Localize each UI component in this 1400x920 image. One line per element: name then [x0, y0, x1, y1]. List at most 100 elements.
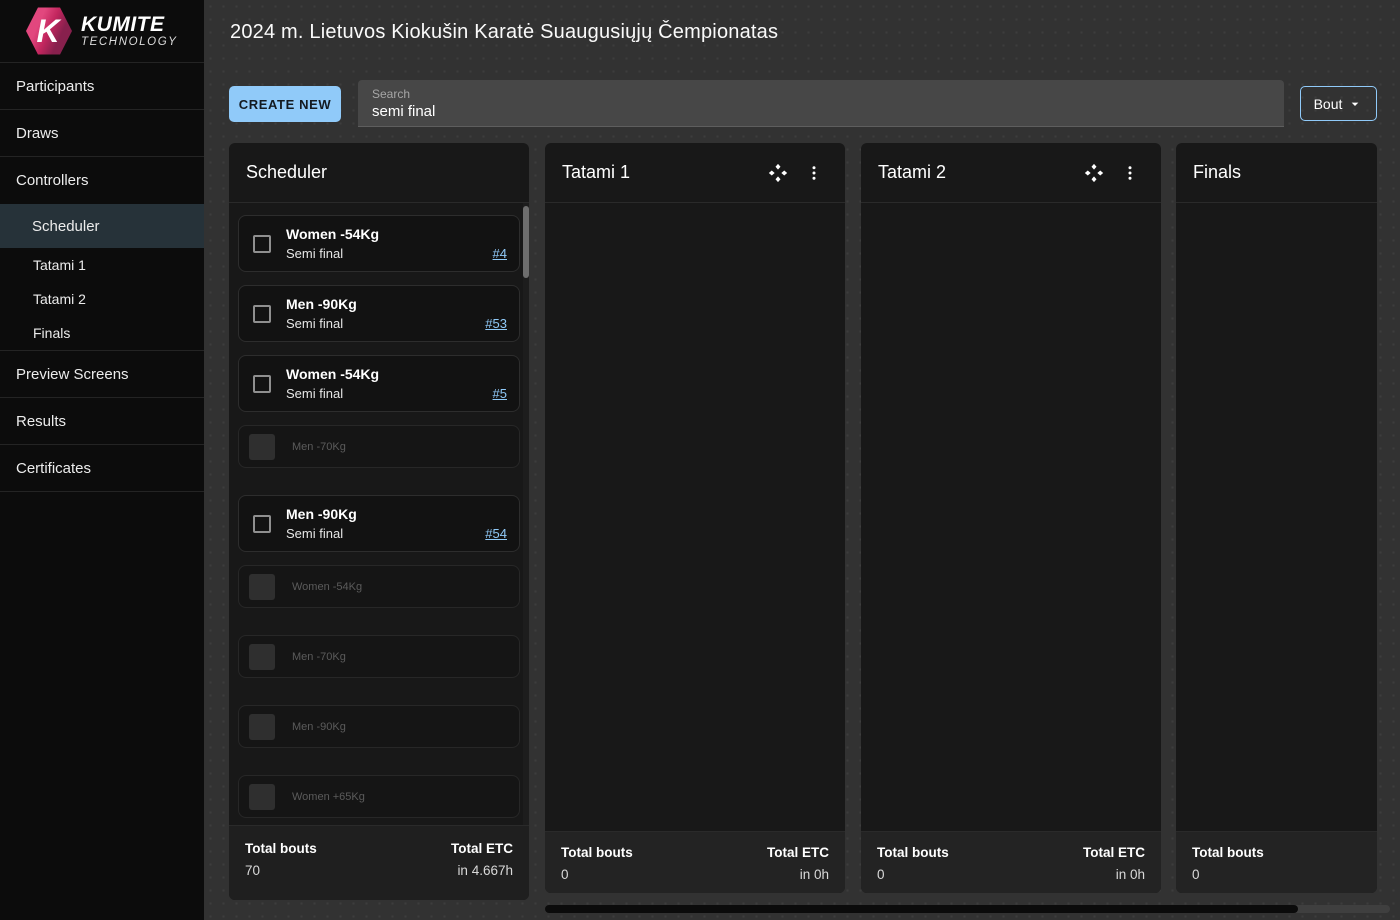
search-label: Search [372, 87, 411, 101]
bout-card-placeholder[interactable]: Women -54Kg [238, 565, 520, 608]
placeholder-square-icon [249, 643, 275, 670]
bout-card[interactable]: Women -54Kg Semi final #5 [238, 355, 520, 412]
create-new-button[interactable]: CREATE NEW [229, 86, 341, 122]
sidebar-item-tatami-2[interactable]: Tatami 2 [0, 282, 204, 316]
horizontal-scrollbar-track[interactable] [545, 905, 1390, 913]
sidebar-item-finals[interactable]: Finals [0, 316, 204, 350]
bout-card[interactable]: Men -90Kg Semi final #53 [238, 285, 520, 342]
bout-number-link[interactable]: #53 [485, 316, 507, 331]
total-bouts-stat: Total bouts 0 [877, 845, 949, 893]
bout-card-content: Men -90Kg Semi final #53 [286, 296, 507, 331]
bout-card-subtitle: Semi final [286, 246, 344, 261]
sidebar-item-participants[interactable]: Participants [0, 63, 204, 110]
finals-column-title: Finals [1193, 162, 1242, 182]
bout-number-link[interactable]: #4 [493, 246, 507, 261]
placeholder-square-icon [249, 573, 275, 600]
horizontal-scrollbar-thumb[interactable] [545, 905, 1298, 913]
sidebar-item-certificates[interactable]: Certificates [0, 445, 204, 492]
tatami-2-column: Tatami 2 Total bouts 0 Total ETC in 0h [861, 143, 1161, 893]
total-etc-stat: Total ETC in 4.667h [451, 841, 513, 900]
tatami-1-drop-area[interactable] [545, 203, 845, 831]
total-etc-label: Total ETC [451, 841, 513, 856]
total-bouts-stat: Total bouts 0 [1192, 845, 1264, 893]
scheduler-column-title: Scheduler [246, 162, 328, 182]
sidebar-item-results[interactable]: Results [0, 398, 204, 445]
bout-card-placeholder[interactable]: Men -90Kg [238, 705, 520, 748]
bout-card-placeholder-label: Women +65Kg [292, 790, 365, 803]
search-field[interactable]: Search [358, 80, 1284, 127]
bout-checkbox[interactable] [253, 374, 271, 393]
bout-card-placeholder-label: Men -70Kg [292, 440, 346, 453]
tatami-2-footer: Total bouts 0 Total ETC in 0h [861, 831, 1161, 893]
total-bouts-value: 0 [877, 867, 885, 882]
scheduler-column: Scheduler Women -54Kg Semi final #4 Men … [229, 143, 529, 900]
bout-checkbox[interactable] [253, 304, 271, 323]
bout-checkbox[interactable] [253, 234, 271, 253]
column-menu-icon[interactable] [803, 162, 825, 184]
placeholder-square-icon [249, 783, 275, 810]
vertical-scrollbar-track[interactable] [523, 203, 529, 825]
bout-number-link[interactable]: #5 [493, 386, 507, 401]
scheduler-card-list[interactable]: Women -54Kg Semi final #4 Men -90Kg Semi… [229, 203, 529, 825]
bout-card-content: Men -90Kg Semi final #54 [286, 506, 507, 541]
scheduler-column-header: Scheduler [229, 143, 529, 203]
total-bouts-label: Total bouts [877, 845, 949, 860]
bout-card-subtitle: Semi final [286, 386, 344, 401]
bout-card-content: Women -54Kg Semi final #5 [286, 366, 507, 401]
sidebar-item-scheduler[interactable]: Scheduler [0, 204, 204, 248]
bout-dropdown-button[interactable]: Bout [1300, 86, 1377, 121]
column-menu-icon[interactable] [1119, 162, 1141, 184]
bout-card-placeholder-label: Women -54Kg [292, 580, 363, 593]
total-etc-stat: Total ETC in 0h [767, 845, 829, 893]
total-bouts-value: 0 [561, 867, 569, 882]
move-column-icon[interactable] [1083, 162, 1105, 184]
total-bouts-label: Total bouts [1192, 845, 1264, 860]
sidebar-nav: Participants Draws Controllers Scheduler… [0, 63, 204, 492]
vertical-scrollbar-thumb[interactable] [523, 206, 529, 278]
bout-card[interactable]: Men -90Kg Semi final #54 [238, 495, 520, 552]
tatami-2-drop-area[interactable] [861, 203, 1161, 831]
bout-card-subtitle: Semi final [286, 316, 344, 331]
sidebar-item-controllers[interactable]: Controllers [0, 157, 204, 204]
kumite-hexagon-logo-icon: K [26, 7, 72, 55]
bout-dropdown-label: Bout [1313, 95, 1343, 112]
tatami-1-column-title: Tatami 1 [562, 162, 631, 182]
bout-card-placeholder-label: Men -90Kg [292, 720, 346, 733]
brand-tagline: TECHNOLOGY [81, 35, 178, 48]
total-etc-value: in 4.667h [457, 863, 513, 878]
main-area: 2024 m. Lietuvos Kiokušin Karatė Suaugus… [204, 0, 1400, 920]
finals-drop-area[interactable] [1176, 203, 1377, 831]
tatami-2-column-title: Tatami 2 [878, 162, 947, 182]
placeholder-square-icon [249, 713, 275, 740]
bout-checkbox[interactable] [253, 514, 271, 533]
bout-card-placeholder[interactable]: Men -70Kg [238, 425, 520, 468]
bout-card-placeholder[interactable]: Men -70Kg [238, 635, 520, 678]
move-column-icon[interactable] [767, 162, 789, 184]
sidebar-item-preview-screens[interactable]: Preview Screens [0, 351, 204, 398]
total-etc-value: in 0h [799, 867, 829, 882]
search-input[interactable] [372, 103, 1270, 120]
bout-card-placeholder-label: Men -70Kg [292, 650, 346, 663]
page-title: 2024 m. Lietuvos Kiokušin Karatė Suaugus… [230, 20, 779, 43]
finals-footer: Total bouts 0 [1176, 831, 1377, 893]
bout-card[interactable]: Women -54Kg Semi final #4 [238, 215, 520, 272]
sidebar-item-draws[interactable]: Draws [0, 110, 204, 157]
brand-text: KUMITE TECHNOLOGY [81, 14, 178, 49]
brand-name: KUMITE [81, 12, 165, 36]
bout-number-link[interactable]: #54 [485, 526, 507, 541]
placeholder-square-icon [249, 433, 275, 460]
bout-card-placeholder[interactable]: Women +65Kg [238, 775, 520, 818]
chevron-down-icon [1352, 102, 1359, 106]
bout-card-title: Women -54Kg [286, 366, 380, 382]
sidebar-item-tatami-1[interactable]: Tatami 1 [0, 248, 204, 282]
total-bouts-label: Total bouts [561, 845, 633, 860]
scheduler-footer: Total bouts 70 Total ETC in 4.667h [229, 825, 529, 900]
sidebar: K KUMITE TECHNOLOGY Participants Draws C… [0, 0, 204, 920]
bout-card-title: Men -90Kg [286, 296, 357, 312]
bout-card-subtitle: Semi final [286, 526, 344, 541]
total-etc-label: Total ETC [1083, 845, 1145, 860]
tatami-1-footer: Total bouts 0 Total ETC in 0h [545, 831, 845, 893]
logo-letter: K [36, 13, 60, 49]
page-header: 2024 m. Lietuvos Kiokušin Karatė Suaugus… [204, 0, 1400, 64]
brand-logo[interactable]: K KUMITE TECHNOLOGY [0, 0, 204, 63]
